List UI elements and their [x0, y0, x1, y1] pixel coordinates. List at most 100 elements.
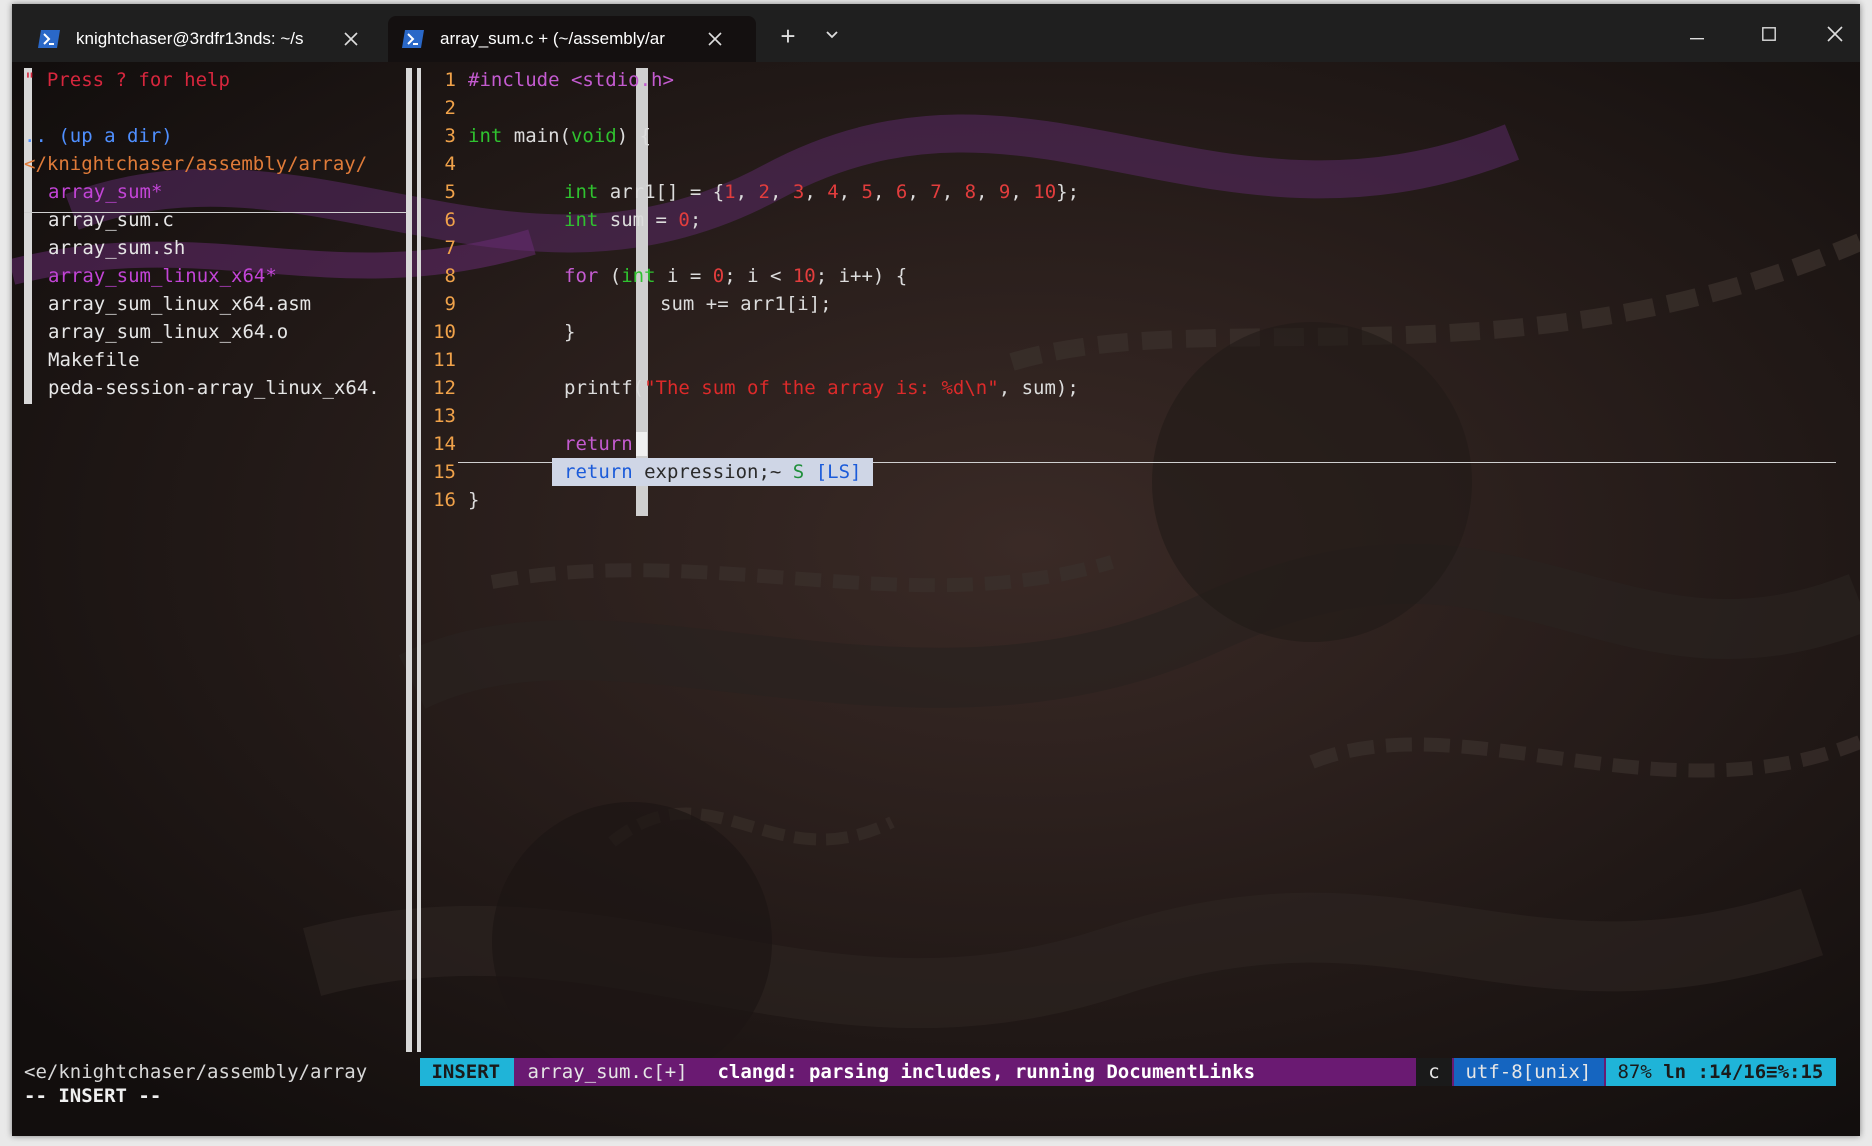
tab-shell[interactable]: knightchaser@3rdfr13nds: ~/s	[24, 16, 394, 62]
statusline-percent: 87%	[1606, 1061, 1664, 1083]
line-number: 10	[433, 321, 456, 343]
line-number: 5	[444, 181, 456, 203]
code-text: ,	[873, 181, 896, 203]
maximize-button[interactable]	[1746, 14, 1792, 58]
number-literal: 8	[964, 181, 977, 203]
close-icon	[1827, 25, 1843, 47]
number-literal: 2	[758, 181, 770, 203]
statusline-filetype: c	[1416, 1058, 1452, 1086]
completion-keyword: return	[564, 461, 633, 483]
completion-popup-item[interactable]: return expression;~ S [LS]	[552, 458, 874, 486]
explorer-current-path: </knightchaser/assembly/array/	[24, 153, 368, 175]
line-number: 6	[444, 209, 456, 231]
control-keyword: return	[564, 433, 633, 455]
explorer-entry[interactable]: array_sum.c	[48, 206, 174, 234]
code-text: (	[598, 265, 622, 287]
number-literal: 3	[792, 181, 805, 203]
code-line: int main(void) {	[468, 122, 651, 150]
tab-title: array_sum.c + (~/assembly/ar	[440, 29, 665, 48]
maximize-icon	[1762, 26, 1776, 46]
statusline-lineinfo: ln :14/16≡%:15	[1663, 1061, 1835, 1083]
code-line: int sum = 0;	[564, 206, 701, 234]
explorer-entry[interactable]: array_sum_linux_x64.o	[48, 318, 288, 346]
line-number: 16	[433, 489, 456, 511]
number-literal: 9	[998, 181, 1011, 203]
code-text: ;	[689, 209, 702, 231]
tab-editor[interactable]: array_sum.c + (~/assembly/ar	[388, 16, 756, 62]
plus-icon: +	[780, 20, 796, 51]
explorer-up-dir[interactable]: .. (up a dir)	[24, 122, 173, 150]
number-literal: 0	[712, 265, 725, 287]
type-keyword: int	[564, 209, 599, 231]
number-literal: 1	[724, 181, 736, 203]
explorer-entry[interactable]: array_sum_linux_x64*	[48, 262, 277, 290]
number-literal: 7	[930, 181, 942, 203]
include-header: <stdio.h>	[570, 69, 674, 91]
line-number: 8	[444, 265, 456, 287]
chevron-down-icon	[825, 27, 839, 45]
background-artwork	[12, 62, 1860, 1136]
line-number: 11	[433, 349, 456, 371]
code-line: }	[468, 489, 480, 511]
completion-source: [LS]	[815, 461, 862, 483]
code-text: ,	[769, 181, 793, 203]
type-keyword: int	[468, 125, 503, 147]
explorer-entry[interactable]: array_sum*	[48, 178, 162, 206]
explorer-entry[interactable]: Makefile	[48, 346, 140, 374]
preprocessor: #include	[468, 69, 571, 91]
line-number: 14	[433, 433, 456, 455]
close-icon[interactable]	[705, 29, 725, 49]
statusline-encoding: utf-8[unix]	[1454, 1058, 1604, 1086]
type-keyword: void	[570, 125, 617, 147]
string-literal: "The sum of the array is: %d\n"	[644, 377, 999, 399]
line-number: 4	[444, 153, 456, 175]
command-line: -- INSERT --	[24, 1085, 162, 1107]
type-keyword: int	[564, 181, 599, 203]
code-line: for (int i = 0; i < 10; i++) {	[564, 262, 907, 290]
close-window-button[interactable]	[1812, 14, 1858, 58]
new-tab-button[interactable]: +	[768, 14, 808, 58]
code-text: ,	[907, 181, 931, 203]
number-literal: 0	[678, 209, 690, 231]
line-number: 2	[444, 97, 456, 119]
tab-title: knightchaser@3rdfr13nds: ~/s	[76, 29, 304, 48]
completion-kind: S	[781, 461, 816, 483]
code-text: arr1[] = {	[598, 181, 725, 203]
explorer-entry[interactable]: array_sum.sh	[48, 234, 185, 262]
type-keyword: int	[621, 265, 656, 287]
line-number: 13	[433, 405, 456, 427]
code-text: ; i++) {	[815, 265, 908, 287]
title-bar: knightchaser@3rdfr13nds: ~/s array_sum.c…	[12, 4, 1860, 62]
explorer-entry[interactable]: peda-session-array_linux_x64.	[48, 374, 408, 402]
close-icon[interactable]	[341, 29, 361, 49]
code-text: sum =	[598, 209, 679, 231]
code-line: sum += arr1[i];	[660, 293, 832, 315]
number-literal: 5	[861, 181, 873, 203]
minimize-button[interactable]	[1674, 14, 1720, 58]
completion-snippet: expression;~	[632, 461, 782, 483]
code-text: ,	[976, 181, 999, 203]
code-text: ) {	[616, 125, 652, 147]
code-text: ,	[838, 181, 862, 203]
number-literal: 6	[895, 181, 908, 203]
code-text: ,	[735, 181, 759, 203]
line-number: 9	[444, 293, 456, 315]
statusline-position: 87% ln :14/16≡%:15	[1606, 1058, 1836, 1086]
split-separator[interactable]	[406, 68, 412, 1052]
line-number: 15	[433, 461, 456, 483]
terminal-area[interactable]: " Press ? for help .. (up a dir) </knigh…	[12, 62, 1860, 1136]
code-line: #include <stdio.h>	[468, 66, 674, 94]
code-text: i =	[655, 265, 713, 287]
explorer-entry[interactable]: array_sum_linux_x64.asm	[48, 290, 311, 318]
code-text: ,	[1010, 181, 1034, 203]
code-line: }	[564, 321, 576, 343]
text-cursor	[636, 432, 647, 456]
code-line: return	[564, 430, 633, 458]
code-text: ; i <	[724, 265, 793, 287]
code-line: printf("The sum of the array is: %d\n", …	[564, 374, 1079, 402]
line-number: 3	[444, 125, 456, 147]
code-text: ,	[804, 181, 828, 203]
terminal-window: knightchaser@3rdfr13nds: ~/s array_sum.c…	[12, 4, 1860, 1136]
number-literal: 4	[827, 181, 839, 203]
tab-dropdown-button[interactable]	[812, 14, 852, 58]
